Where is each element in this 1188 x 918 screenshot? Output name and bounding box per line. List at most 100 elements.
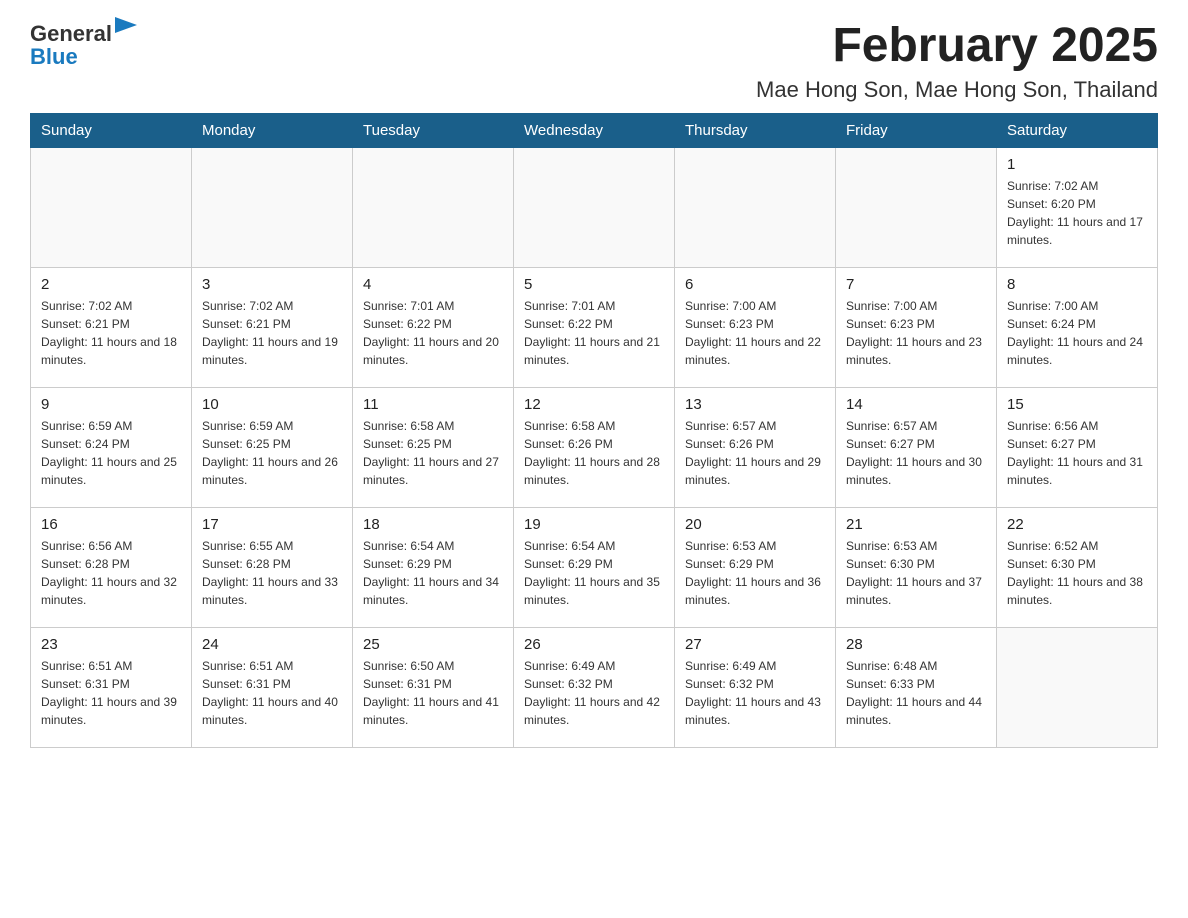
day-info: Sunrise: 6:48 AMSunset: 6:33 PMDaylight:…: [846, 657, 986, 729]
day-number: 18: [363, 514, 503, 535]
calendar-day-cell: 14Sunrise: 6:57 AMSunset: 6:27 PMDayligh…: [836, 387, 997, 507]
day-number: 21: [846, 514, 986, 535]
day-info: Sunrise: 6:52 AMSunset: 6:30 PMDaylight:…: [1007, 537, 1147, 609]
calendar-day-cell: 20Sunrise: 6:53 AMSunset: 6:29 PMDayligh…: [675, 507, 836, 627]
calendar-day-cell: 19Sunrise: 6:54 AMSunset: 6:29 PMDayligh…: [514, 507, 675, 627]
calendar-day-cell: 11Sunrise: 6:58 AMSunset: 6:25 PMDayligh…: [353, 387, 514, 507]
day-info: Sunrise: 6:54 AMSunset: 6:29 PMDaylight:…: [524, 537, 664, 609]
day-number: 10: [202, 394, 342, 415]
day-info: Sunrise: 6:58 AMSunset: 6:26 PMDaylight:…: [524, 417, 664, 489]
calendar-table: SundayMondayTuesdayWednesdayThursdayFrid…: [30, 113, 1158, 748]
calendar-day-header: Saturday: [997, 113, 1158, 147]
calendar-week-row: 23Sunrise: 6:51 AMSunset: 6:31 PMDayligh…: [31, 627, 1158, 747]
day-info: Sunrise: 6:56 AMSunset: 6:27 PMDaylight:…: [1007, 417, 1147, 489]
day-number: 24: [202, 634, 342, 655]
calendar-day-cell: [514, 147, 675, 267]
calendar-day-cell: 4Sunrise: 7:01 AMSunset: 6:22 PMDaylight…: [353, 267, 514, 387]
day-info: Sunrise: 6:54 AMSunset: 6:29 PMDaylight:…: [363, 537, 503, 609]
day-number: 26: [524, 634, 664, 655]
day-number: 15: [1007, 394, 1147, 415]
day-number: 7: [846, 274, 986, 295]
calendar-day-cell: 25Sunrise: 6:50 AMSunset: 6:31 PMDayligh…: [353, 627, 514, 747]
calendar-day-cell: 28Sunrise: 6:48 AMSunset: 6:33 PMDayligh…: [836, 627, 997, 747]
day-number: 6: [685, 274, 825, 295]
day-number: 25: [363, 634, 503, 655]
calendar-day-cell: 1Sunrise: 7:02 AMSunset: 6:20 PMDaylight…: [997, 147, 1158, 267]
calendar-day-cell: 6Sunrise: 7:00 AMSunset: 6:23 PMDaylight…: [675, 267, 836, 387]
day-info: Sunrise: 6:58 AMSunset: 6:25 PMDaylight:…: [363, 417, 503, 489]
calendar-day-cell: 5Sunrise: 7:01 AMSunset: 6:22 PMDaylight…: [514, 267, 675, 387]
calendar-day-cell: [675, 147, 836, 267]
day-number: 5: [524, 274, 664, 295]
day-info: Sunrise: 6:53 AMSunset: 6:30 PMDaylight:…: [846, 537, 986, 609]
calendar-day-cell: [31, 147, 192, 267]
page-header: General Blue February 2025 Mae Hong Son,…: [30, 20, 1158, 103]
calendar-day-cell: [997, 627, 1158, 747]
calendar-week-row: 9Sunrise: 6:59 AMSunset: 6:24 PMDaylight…: [31, 387, 1158, 507]
day-number: 22: [1007, 514, 1147, 535]
day-number: 23: [41, 634, 181, 655]
calendar-header-row: SundayMondayTuesdayWednesdayThursdayFrid…: [31, 113, 1158, 147]
day-info: Sunrise: 6:57 AMSunset: 6:26 PMDaylight:…: [685, 417, 825, 489]
calendar-day-cell: 9Sunrise: 6:59 AMSunset: 6:24 PMDaylight…: [31, 387, 192, 507]
calendar-day-cell: [353, 147, 514, 267]
title-block: February 2025 Mae Hong Son, Mae Hong Son…: [756, 20, 1158, 103]
calendar-day-cell: 27Sunrise: 6:49 AMSunset: 6:32 PMDayligh…: [675, 627, 836, 747]
day-number: 20: [685, 514, 825, 535]
calendar-day-cell: 24Sunrise: 6:51 AMSunset: 6:31 PMDayligh…: [192, 627, 353, 747]
day-info: Sunrise: 7:00 AMSunset: 6:24 PMDaylight:…: [1007, 297, 1147, 369]
day-number: 12: [524, 394, 664, 415]
day-info: Sunrise: 6:50 AMSunset: 6:31 PMDaylight:…: [363, 657, 503, 729]
calendar-day-header: Thursday: [675, 113, 836, 147]
day-info: Sunrise: 7:01 AMSunset: 6:22 PMDaylight:…: [363, 297, 503, 369]
location-title: Mae Hong Son, Mae Hong Son, Thailand: [756, 77, 1158, 103]
calendar-day-header: Friday: [836, 113, 997, 147]
day-info: Sunrise: 7:02 AMSunset: 6:20 PMDaylight:…: [1007, 177, 1147, 249]
day-info: Sunrise: 6:51 AMSunset: 6:31 PMDaylight:…: [202, 657, 342, 729]
calendar-day-cell: 17Sunrise: 6:55 AMSunset: 6:28 PMDayligh…: [192, 507, 353, 627]
day-info: Sunrise: 7:02 AMSunset: 6:21 PMDaylight:…: [41, 297, 181, 369]
calendar-day-header: Monday: [192, 113, 353, 147]
calendar-day-header: Tuesday: [353, 113, 514, 147]
calendar-day-cell: 2Sunrise: 7:02 AMSunset: 6:21 PMDaylight…: [31, 267, 192, 387]
calendar-day-cell: 22Sunrise: 6:52 AMSunset: 6:30 PMDayligh…: [997, 507, 1158, 627]
logo-text-blue: Blue: [30, 44, 78, 70]
calendar-day-cell: 23Sunrise: 6:51 AMSunset: 6:31 PMDayligh…: [31, 627, 192, 747]
calendar-day-header: Sunday: [31, 113, 192, 147]
calendar-day-cell: [192, 147, 353, 267]
calendar-day-cell: 18Sunrise: 6:54 AMSunset: 6:29 PMDayligh…: [353, 507, 514, 627]
calendar-week-row: 1Sunrise: 7:02 AMSunset: 6:20 PMDaylight…: [31, 147, 1158, 267]
day-number: 17: [202, 514, 342, 535]
calendar-day-cell: 7Sunrise: 7:00 AMSunset: 6:23 PMDaylight…: [836, 267, 997, 387]
day-info: Sunrise: 6:51 AMSunset: 6:31 PMDaylight:…: [41, 657, 181, 729]
day-info: Sunrise: 6:49 AMSunset: 6:32 PMDaylight:…: [685, 657, 825, 729]
calendar-week-row: 2Sunrise: 7:02 AMSunset: 6:21 PMDaylight…: [31, 267, 1158, 387]
calendar-day-cell: 21Sunrise: 6:53 AMSunset: 6:30 PMDayligh…: [836, 507, 997, 627]
day-number: 4: [363, 274, 503, 295]
day-number: 19: [524, 514, 664, 535]
calendar-week-row: 16Sunrise: 6:56 AMSunset: 6:28 PMDayligh…: [31, 507, 1158, 627]
day-info: Sunrise: 7:00 AMSunset: 6:23 PMDaylight:…: [846, 297, 986, 369]
day-number: 11: [363, 394, 503, 415]
day-number: 1: [1007, 154, 1147, 175]
day-info: Sunrise: 7:01 AMSunset: 6:22 PMDaylight:…: [524, 297, 664, 369]
day-number: 8: [1007, 274, 1147, 295]
month-title: February 2025: [756, 20, 1158, 73]
day-number: 16: [41, 514, 181, 535]
day-info: Sunrise: 6:55 AMSunset: 6:28 PMDaylight:…: [202, 537, 342, 609]
day-number: 28: [846, 634, 986, 655]
logo: General Blue: [30, 20, 137, 70]
calendar-day-cell: 3Sunrise: 7:02 AMSunset: 6:21 PMDaylight…: [192, 267, 353, 387]
calendar-day-cell: [836, 147, 997, 267]
calendar-day-cell: 26Sunrise: 6:49 AMSunset: 6:32 PMDayligh…: [514, 627, 675, 747]
day-info: Sunrise: 6:59 AMSunset: 6:24 PMDaylight:…: [41, 417, 181, 489]
day-number: 3: [202, 274, 342, 295]
day-info: Sunrise: 7:02 AMSunset: 6:21 PMDaylight:…: [202, 297, 342, 369]
day-number: 27: [685, 634, 825, 655]
calendar-day-cell: 8Sunrise: 7:00 AMSunset: 6:24 PMDaylight…: [997, 267, 1158, 387]
calendar-day-cell: 12Sunrise: 6:58 AMSunset: 6:26 PMDayligh…: [514, 387, 675, 507]
day-info: Sunrise: 6:59 AMSunset: 6:25 PMDaylight:…: [202, 417, 342, 489]
day-number: 13: [685, 394, 825, 415]
calendar-day-cell: 16Sunrise: 6:56 AMSunset: 6:28 PMDayligh…: [31, 507, 192, 627]
day-info: Sunrise: 6:56 AMSunset: 6:28 PMDaylight:…: [41, 537, 181, 609]
